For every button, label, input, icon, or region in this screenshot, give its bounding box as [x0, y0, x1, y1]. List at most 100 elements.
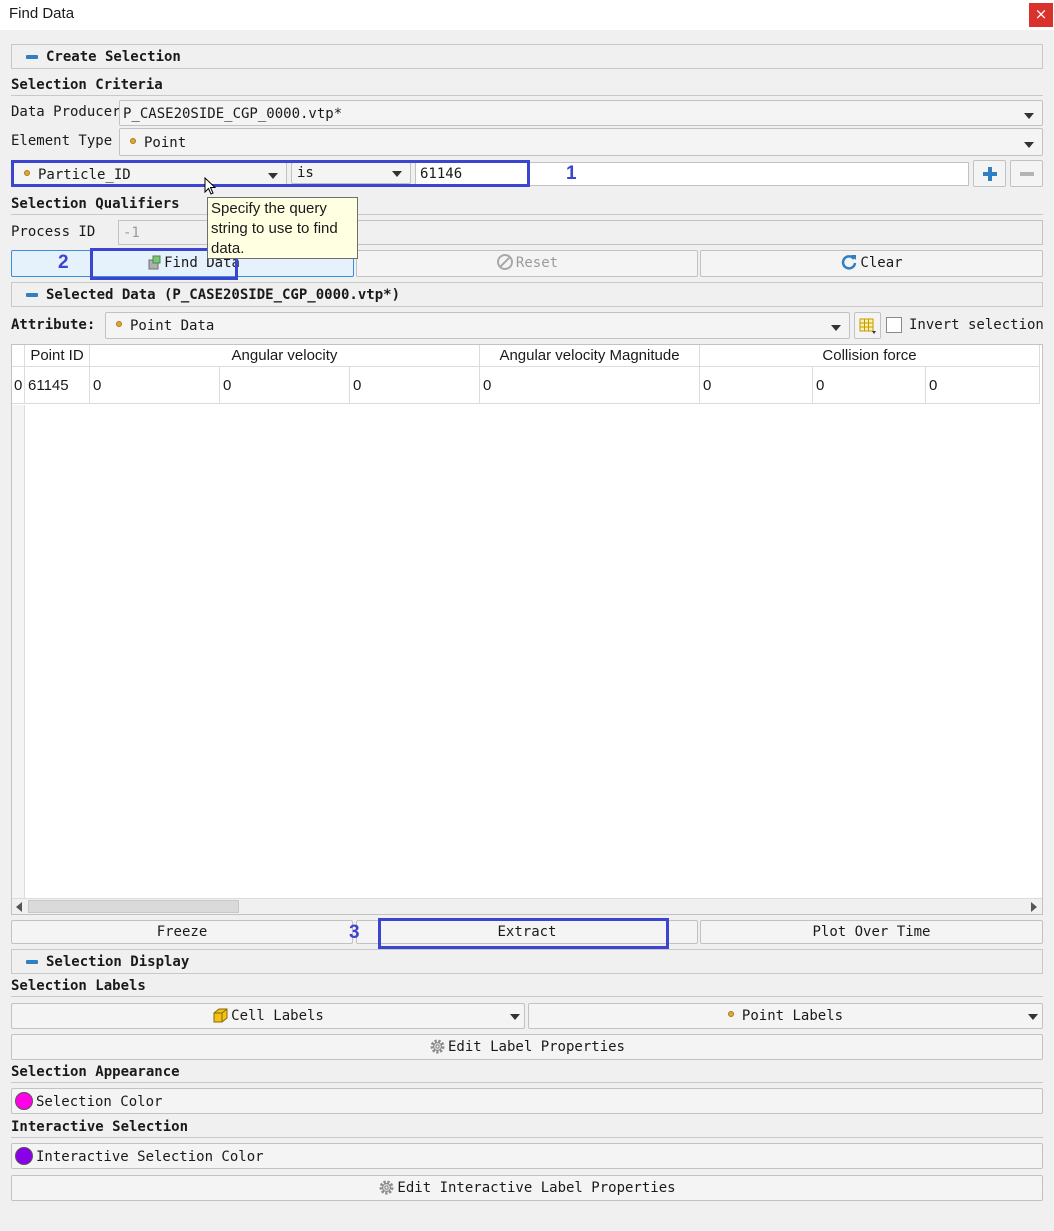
table-cell[interactable]: 0 — [220, 367, 350, 404]
table-cell[interactable]: 0 — [813, 367, 926, 404]
create-selection-header[interactable]: Create Selection — [11, 44, 1043, 69]
interactive-color-swatch — [15, 1147, 33, 1165]
point-labels-combo[interactable]: Point Labels — [528, 1003, 1043, 1029]
reset-label: Reset — [515, 255, 559, 271]
gear-icon — [379, 1180, 394, 1194]
table-cell[interactable]: 0 — [480, 367, 700, 404]
element-type-combo[interactable]: Point — [119, 128, 1043, 156]
point-icon — [116, 321, 122, 327]
column-header-collision-force[interactable]: Collision force — [700, 345, 1040, 367]
annotation-number-2: 2 — [58, 252, 69, 273]
refresh-icon — [842, 255, 857, 270]
column-visibility-button[interactable] — [854, 312, 881, 339]
cell-icon — [213, 1008, 228, 1022]
plus-icon — [982, 167, 997, 181]
query-tooltip: Specify the query string to use to find … — [207, 197, 358, 259]
attribute-combo[interactable]: Point Data — [105, 312, 850, 339]
interactive-color-label: Interactive Selection Color — [36, 1149, 264, 1165]
freeze-button[interactable]: Freeze — [11, 920, 353, 944]
element-type-value: Point — [144, 135, 187, 151]
reset-icon — [496, 254, 513, 270]
selection-color-swatch — [15, 1092, 33, 1110]
cell-labels-label: Cell Labels — [231, 1008, 324, 1024]
add-query-button[interactable] — [973, 160, 1006, 187]
table-cell-point-id[interactable]: 61145 — [25, 367, 90, 404]
corner-header — [12, 345, 25, 367]
remove-query-button[interactable] — [1010, 160, 1043, 187]
point-icon — [727, 1011, 734, 1017]
selected-data-header[interactable]: Selected Data (P_CASE20SIDE_CGP_0000.vtp… — [11, 282, 1043, 307]
divider — [11, 996, 1043, 997]
data-producer-label: Data Producer — [11, 104, 121, 120]
interactive-selection-color-button[interactable]: Interactive Selection Color — [11, 1143, 1043, 1169]
table-cell[interactable]: 0 — [350, 367, 480, 404]
annotation-number-3: 3 — [349, 922, 360, 943]
window-title: Find Data — [9, 5, 75, 22]
point-labels-label: Point Labels — [741, 1008, 844, 1024]
chevron-down-icon — [1028, 1014, 1038, 1020]
chevron-down-icon — [1024, 142, 1034, 148]
edit-label-properties-button[interactable]: Edit Label Properties — [11, 1034, 1043, 1060]
scroll-right-icon[interactable] — [1030, 902, 1038, 912]
selection-display-title: Selection Display — [46, 954, 190, 970]
selected-data-title: Selected Data (P_CASE20SIDE_CGP_0000.vtp… — [46, 287, 401, 303]
clear-button[interactable]: Clear — [700, 250, 1043, 277]
chevron-down-icon — [1024, 113, 1034, 119]
edit-interactive-label-properties-label: Edit Interactive Label Properties — [397, 1180, 676, 1196]
divider — [11, 214, 1043, 215]
selection-appearance-header: Selection Appearance — [11, 1064, 180, 1080]
invert-selection-checkbox[interactable] — [886, 317, 902, 333]
selection-color-button[interactable]: Selection Color — [11, 1088, 1043, 1114]
data-producer-value: P_CASE20SIDE_CGP_0000.vtp* — [123, 106, 343, 122]
annotation-number-1: 1 — [566, 163, 577, 184]
element-type-label: Element Type — [11, 133, 113, 149]
divider — [11, 95, 1043, 96]
row-index: 0 — [12, 367, 25, 404]
column-header-point-id[interactable]: Point ID — [25, 345, 90, 367]
column-header-angular-velocity-magnitude[interactable]: Angular velocity Magnitude — [480, 345, 700, 367]
interactive-selection-header: Interactive Selection — [11, 1119, 189, 1135]
collapse-icon — [26, 293, 38, 297]
attribute-label: Attribute: — [11, 317, 96, 333]
create-selection-title: Create Selection — [46, 49, 181, 65]
scrollbar-thumb[interactable] — [28, 900, 239, 913]
clear-label: Clear — [860, 255, 903, 271]
selection-criteria-header: Selection Criteria — [11, 77, 163, 93]
collapse-icon — [26, 960, 38, 964]
scroll-left-icon[interactable] — [15, 902, 23, 912]
row-header-gutter — [12, 405, 25, 899]
chevron-down-icon — [510, 1014, 520, 1020]
column-header-angular-velocity[interactable]: Angular velocity — [90, 345, 480, 367]
plot-over-time-button[interactable]: Plot Over Time — [700, 920, 1043, 944]
point-icon — [130, 138, 136, 144]
table-cell[interactable]: 0 — [700, 367, 813, 404]
data-producer-combo[interactable]: P_CASE20SIDE_CGP_0000.vtp* — [119, 100, 1043, 126]
selection-color-label: Selection Color — [36, 1094, 163, 1110]
table-cell[interactable]: 0 — [90, 367, 220, 404]
process-id-placeholder: -1 — [123, 225, 140, 241]
close-button[interactable]: × — [1029, 3, 1053, 27]
divider — [11, 1082, 1043, 1083]
chevron-down-icon — [831, 325, 841, 331]
table-columns-icon — [859, 318, 876, 334]
invert-selection-label[interactable]: Invert selection — [909, 317, 1044, 333]
edit-interactive-label-properties-button[interactable]: Edit Interactive Label Properties — [11, 1175, 1043, 1201]
selection-labels-header: Selection Labels — [11, 978, 146, 994]
mouse-cursor-icon — [204, 177, 217, 195]
attribute-value: Point Data — [130, 318, 215, 334]
annotation-box-3 — [378, 918, 669, 949]
process-id-label: Process ID — [11, 224, 96, 240]
selection-qualifiers-header: Selection Qualifiers — [11, 196, 180, 212]
cell-labels-combo[interactable]: Cell Labels — [11, 1003, 525, 1029]
annotation-box-1 — [11, 160, 530, 187]
selection-display-header[interactable]: Selection Display — [11, 949, 1043, 974]
collapse-icon — [26, 55, 38, 59]
table-cell[interactable]: 0 — [926, 367, 1040, 404]
selected-data-table[interactable]: Point ID Angular velocity Angular veloci… — [11, 344, 1043, 915]
edit-label-properties-label: Edit Label Properties — [447, 1039, 625, 1055]
minus-icon — [1019, 172, 1034, 176]
divider — [11, 1137, 1043, 1138]
gear-icon — [430, 1039, 445, 1053]
reset-button[interactable]: Reset — [356, 250, 698, 277]
horizontal-scrollbar[interactable] — [12, 898, 1042, 914]
